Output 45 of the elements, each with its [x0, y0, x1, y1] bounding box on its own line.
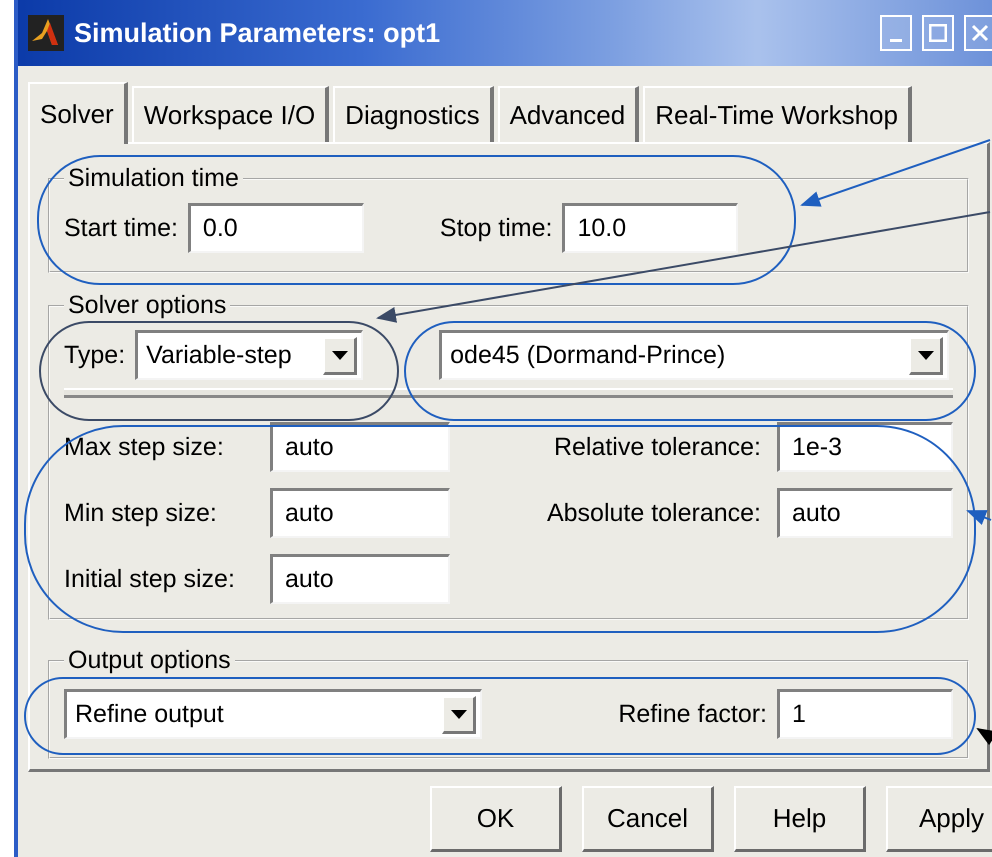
tab[interactable]: Real-Time Workshop [643, 86, 912, 142]
input-field[interactable]: auto [270, 422, 450, 472]
input-field[interactable]: 1 [777, 689, 953, 739]
dropdown-arrow-icon [332, 350, 348, 360]
minimize-icon [890, 38, 902, 42]
field-label: Type: [64, 340, 126, 370]
minimize-button[interactable] [880, 15, 912, 51]
annotation-arrow [976, 728, 992, 746]
group-title: Simulation time [67, 164, 240, 193]
tab[interactable]: Diagnostics [333, 86, 494, 142]
field-label: Refine factor: [618, 700, 767, 728]
tab[interactable]: Advanced [498, 86, 640, 142]
field-label: Max step size: [64, 432, 225, 462]
app-logo-icon [28, 15, 64, 51]
field-label: Relative tolerance: [554, 432, 762, 462]
tab[interactable]: Solver [28, 82, 128, 144]
field-label: Stop time: [440, 214, 552, 242]
input-field[interactable]: auto [270, 488, 450, 538]
group-title: Output options [67, 646, 232, 675]
dialog-button[interactable]: Help [734, 786, 866, 852]
maximize-button[interactable] [922, 15, 954, 51]
dropdown[interactable]: ode45 (Dormand-Prince) [439, 330, 950, 380]
field-label: Min step size: [64, 498, 218, 528]
close-button[interactable] [964, 15, 992, 51]
dropdown-arrow-icon [450, 710, 466, 718]
group-title: Solver options [67, 291, 228, 320]
annotation-arrow [966, 510, 992, 525]
field-label: Start time: [64, 214, 178, 242]
dialog-button[interactable]: Apply [886, 786, 992, 852]
input-field[interactable]: 10.0 [562, 203, 738, 253]
dialog-button[interactable]: OK [430, 786, 562, 852]
input-field[interactable]: auto [777, 488, 953, 538]
close-icon [971, 24, 989, 42]
dialog-button[interactable]: Cancel [582, 786, 714, 852]
tab[interactable]: Workspace I/O [132, 86, 330, 142]
window-title: Simulation Parameters: opt1 [74, 18, 442, 48]
dropdown-arrow-icon [918, 350, 934, 360]
input-field[interactable]: 0.0 [188, 203, 364, 253]
field-label: Absolute tolerance: [546, 498, 762, 528]
dropdown[interactable]: Variable-step [135, 330, 364, 380]
field-label: Initial step size: [64, 564, 236, 594]
input-field[interactable]: 1e-3 [777, 422, 953, 472]
maximize-icon [929, 24, 947, 42]
dropdown[interactable]: Refine output [64, 689, 482, 739]
input-field[interactable]: auto [270, 554, 450, 604]
